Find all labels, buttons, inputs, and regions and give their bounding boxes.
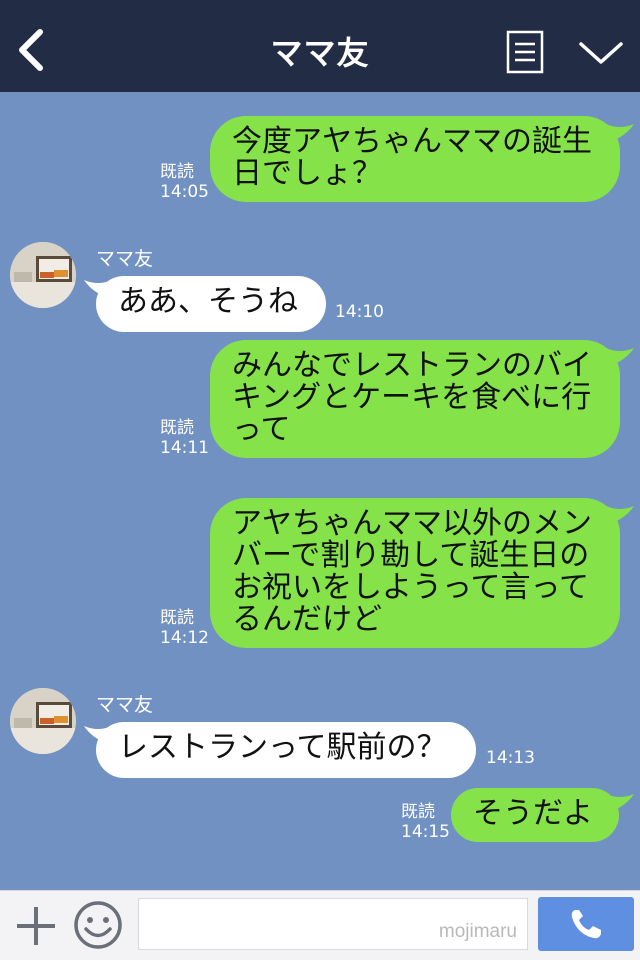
call-button[interactable] [538,897,634,951]
read-receipt: 既読 14:05 [160,162,209,202]
read-receipt: 既読 14:11 [160,418,209,458]
bubble-tail [606,506,634,524]
message-bubble-outgoing[interactable]: みんなでレストランのバイ キングとケーキを食べに行 って [210,340,620,458]
message-bubble-incoming[interactable]: レストランって駅前の？ [96,722,476,778]
phone-icon [571,910,601,939]
chat-header: ママ友 [0,0,640,92]
smile-icon[interactable] [73,900,123,950]
message-time: 14:10 [335,302,384,322]
message-bubble-outgoing[interactable]: アヤちゃんママ以外のメン バーで割り勘して誕生日の お祝いをしようって言って る… [210,498,620,648]
memo-icon[interactable] [506,30,544,74]
bubble-tail [606,348,634,366]
sender-name: ママ友 [96,248,154,270]
sender-name: ママ友 [96,694,154,716]
chat-title: ママ友 [270,34,370,72]
read-receipt: 既読 14:12 [160,608,209,648]
plus-icon[interactable] [14,904,58,948]
message-bubble-outgoing[interactable]: そうだよ [451,788,619,842]
avatar[interactable] [10,242,76,308]
bubble-tail [606,124,634,142]
read-receipt: 既読 14:15 [401,802,450,842]
chevron-down-icon[interactable] [578,38,624,68]
message-bubble-incoming[interactable]: ああ、そうね [96,276,326,332]
message-time: 14:13 [486,748,535,768]
avatar[interactable] [10,688,76,754]
message-bubble-outgoing[interactable]: 今度アヤちゃんママの誕生 日でしょ？ [210,116,620,202]
message-input[interactable]: mojimaru [138,898,528,950]
watermark: mojimaru [438,921,517,942]
bubble-tail [606,794,634,812]
